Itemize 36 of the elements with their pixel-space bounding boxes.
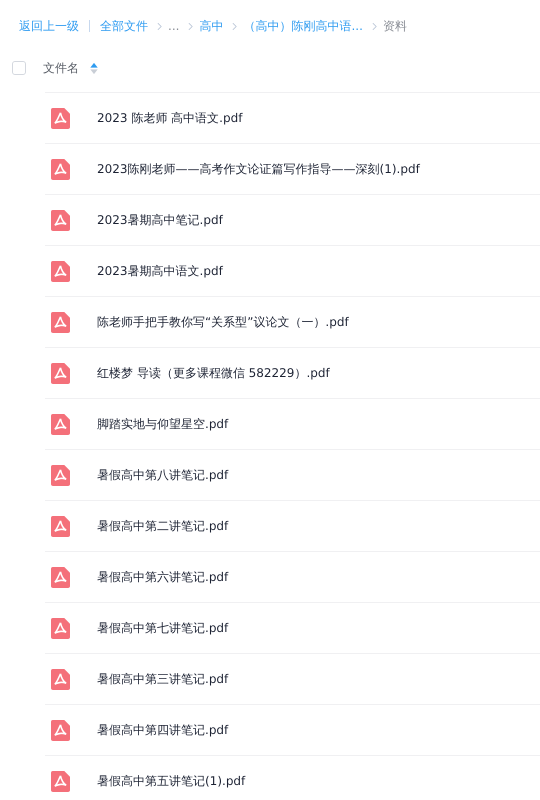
pdf-file-icon — [51, 770, 70, 792]
pdf-file-icon — [51, 618, 70, 638]
pdf-file-icon — [51, 210, 70, 230]
file-name[interactable]: 暑假高中第七讲笔记.pdf — [97, 620, 228, 636]
pdf-file-icon — [51, 362, 70, 384]
chevron-icon — [372, 22, 377, 30]
file-name[interactable]: 2023 陈老师 高中语文.pdf — [97, 110, 242, 126]
column-header[interactable]: 文件名 — [43, 60, 79, 76]
pdf-file-icon — [51, 464, 70, 486]
file-name[interactable]: 2023陈刚老师——高考作文论证篇写作指导——深刻(1).pdf — [97, 160, 420, 178]
pdf-file-icon — [51, 516, 70, 536]
pdf-file-icon — [51, 720, 70, 740]
file-name[interactable]: 暑假高中第二讲笔记.pdf — [97, 518, 228, 534]
file-name[interactable]: 脚踏实地与仰望星空.pdf — [97, 416, 228, 432]
pdf-file-icon — [51, 108, 70, 128]
chevron-icon — [157, 22, 162, 30]
breadcrumb-current: 资料 — [382, 18, 407, 34]
checkbox[interactable] — [12, 61, 26, 75]
chevron-icon — [232, 22, 238, 30]
file-name[interactable]: 暑假高中第八讲笔记.pdf — [97, 466, 228, 484]
sort-icon[interactable] — [90, 62, 98, 74]
pdf-file-icon — [51, 414, 70, 434]
file-name[interactable]: 2023暑期高中笔记.pdf — [97, 212, 223, 228]
pdf-file-icon — [51, 668, 70, 690]
file-name[interactable]: 暑假高中第五讲笔记(1).pdf — [97, 772, 246, 790]
file-name[interactable]: 陈老师手把手教你写“关系型”议论文（一）.pdf — [97, 314, 349, 330]
chevron-icon — [188, 22, 194, 30]
file-name[interactable]: 暑假高中第六讲笔记.pdf — [97, 568, 228, 586]
pdf-file-icon — [51, 312, 70, 332]
file-name[interactable]: 暑假高中第三讲笔记.pdf — [97, 670, 228, 688]
file-name[interactable]: 暑假高中第四讲笔记.pdf — [97, 722, 228, 738]
pdf-file-icon — [51, 158, 70, 180]
pdf-file-icon — [51, 566, 70, 588]
file-name[interactable]: 红楼梦 导读（更多课程微信 582229）.pdf — [97, 364, 330, 382]
file-name[interactable]: 2023暑期高中语文.pdf — [97, 262, 223, 280]
pdf-file-icon — [51, 260, 70, 282]
